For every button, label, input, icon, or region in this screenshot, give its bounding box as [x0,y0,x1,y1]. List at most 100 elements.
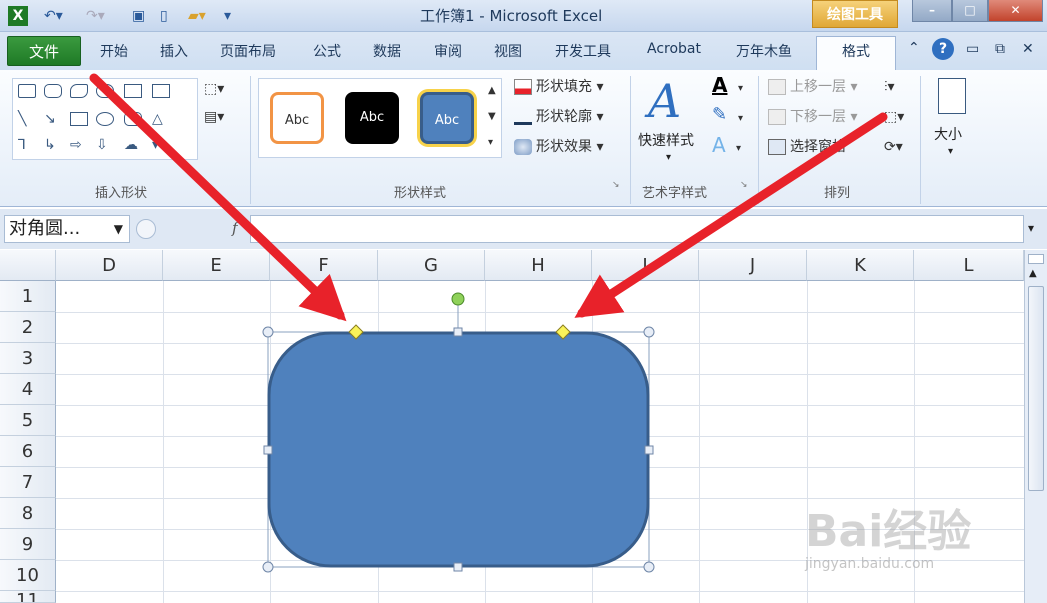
rotate-icon[interactable]: ⟳▾ [884,136,903,158]
right-arrow-shape-icon[interactable]: ⇨ [70,134,82,156]
rounded-rect-shape-icon[interactable] [124,112,142,126]
elbow-arrow-connector-icon[interactable]: ↳ [44,134,56,156]
shape-fill-button[interactable]: 形状填充 ▾ [514,76,603,98]
help-icon[interactable]: ? [932,38,954,60]
style-sample-blue-fill[interactable]: Abc [420,92,474,144]
gallery-down-icon[interactable]: ▼ [488,106,496,128]
send-backward-button[interactable]: 下移一层 ▾ [768,106,857,128]
style-sample-orange-outline[interactable]: Abc [270,92,324,144]
down-arrow-shape-icon[interactable]: ⇩ [96,134,108,156]
gallery-up-icon[interactable]: ▲ [488,80,496,102]
column-header[interactable]: G [378,250,485,281]
row-header[interactable]: 3 [0,343,56,374]
row-header[interactable]: 5 [0,405,56,436]
gallery-more-icon[interactable]: ▾ [488,132,493,154]
rect-shape-icon[interactable] [70,112,88,126]
close-button[interactable]: ✕ [988,0,1043,22]
bring-forward-button[interactable]: 上移一层 ▾ [768,76,857,98]
tab-review[interactable]: 审阅 [434,41,462,61]
save-icon[interactable]: ▣ [132,6,145,26]
collapse-ribbon-icon[interactable]: ⌃ [908,40,920,56]
formula-bar-collapse-icon[interactable]: ▾ [1028,221,1034,235]
name-box-dropdown-icon[interactable]: ▼ [114,216,123,242]
text-effects-icon[interactable]: A [712,134,726,156]
quick-styles-button[interactable]: A 快速样式 ▾ [636,74,706,174]
name-box[interactable]: 对角圆... ▼ [4,215,130,243]
doc-restore-icon[interactable]: ⧉ [995,41,1005,57]
column-header[interactable]: D [56,250,163,281]
tab-page-layout[interactable]: 页面布局 [220,41,276,61]
select-all-corner[interactable] [0,250,56,281]
snip-rectangle-shape-icon[interactable] [96,84,114,98]
new-file-icon[interactable]: ▯ [160,6,168,26]
formula-bar-expand-icon[interactable] [136,219,156,239]
cloud-shape-icon[interactable]: ☁ [124,134,138,156]
wordart-launcher-icon[interactable]: ↘ [740,174,748,196]
text-outline-icon[interactable]: ✎ [712,104,727,126]
row-header[interactable]: 2 [0,312,56,343]
arrow-line-shape-icon[interactable]: ↘ [44,108,56,130]
row-header[interactable]: 1 [0,281,56,312]
tab-acrobat[interactable]: Acrobat [647,41,701,57]
more-shapes-icon[interactable]: ▾ [152,134,159,156]
row-header[interactable]: 6 [0,436,56,467]
rectangle-shape-icon[interactable] [18,84,36,98]
group-icon[interactable]: ⬚▾ [884,106,904,128]
scroll-up-icon[interactable]: ▲ [1029,268,1037,279]
tab-formulas[interactable]: 公式 [313,41,341,61]
row-header[interactable]: 11 [0,591,56,603]
style-sample-black-fill[interactable]: Abc [345,92,399,144]
row-header[interactable]: 9 [0,529,56,560]
text-box-icon[interactable]: ▤▾ [204,106,224,128]
shape-effects-button[interactable]: 形状效果 ▾ [514,136,603,158]
diagonal-round-rectangle-shape-icon[interactable] [70,84,88,98]
elbow-connector-icon[interactable]: ⅂ [18,134,26,156]
window-title: 工作簿1 - Microsoft Excel [420,7,603,25]
tab-developer[interactable]: 开发工具 [555,41,611,61]
vertical-scrollbar[interactable]: ▲ [1024,250,1047,603]
vertical-textbox-shape-icon[interactable] [152,84,170,98]
tab-view[interactable]: 视图 [494,41,522,61]
fx-icon[interactable]: f [232,219,238,237]
textbox-shape-icon[interactable] [124,84,142,98]
doc-close-icon[interactable]: ✕ [1022,41,1034,57]
customize-qat-icon[interactable]: ▾ [224,6,231,26]
redo-icon[interactable]: ↷▾ [86,6,105,26]
tab-insert[interactable]: 插入 [160,41,188,61]
row-header[interactable]: 8 [0,498,56,529]
split-box-icon[interactable] [1028,254,1044,264]
text-fill-icon[interactable]: A [712,74,727,96]
selection-pane-button[interactable]: 选择窗格 [768,136,846,158]
row-header[interactable]: 7 [0,467,56,498]
scrollbar-thumb[interactable] [1028,286,1044,491]
maximize-button[interactable]: □ [952,0,988,22]
formula-input[interactable] [250,215,1024,243]
tab-data[interactable]: 数据 [373,41,401,61]
row-header[interactable]: 4 [0,374,56,405]
edit-shape-icon[interactable]: ⬚▾ [204,78,224,100]
shape-outline-button[interactable]: 形状轮廓 ▾ [514,106,603,128]
undo-icon[interactable]: ↶▾ [44,6,63,26]
column-header[interactable]: H [485,250,592,281]
shape-styles-launcher-icon[interactable]: ↘ [612,174,620,196]
row-header[interactable]: 10 [0,560,56,591]
triangle-shape-icon[interactable]: △ [152,108,163,130]
column-header[interactable]: F [270,250,378,281]
doc-minimize-icon[interactable]: ▭ [966,41,979,57]
line-shape-icon[interactable]: ╲ [18,108,26,130]
tab-wannianmuyu[interactable]: 万年木鱼 [736,41,792,61]
column-header[interactable]: E [163,250,270,281]
minimize-button[interactable]: – [912,0,952,22]
column-header[interactable]: K [807,250,914,281]
size-button[interactable]: 大小 ▾ [928,74,976,170]
tab-file[interactable]: 文件 [7,36,81,66]
column-header[interactable]: J [699,250,807,281]
tab-home[interactable]: 开始 [100,41,128,61]
column-header[interactable]: I [592,250,699,281]
tab-format[interactable]: 格式 [816,36,896,70]
column-header[interactable]: L [914,250,1024,281]
align-icon[interactable]: ⫶▾ [884,76,895,98]
oval-shape-icon[interactable] [96,112,114,126]
rounded-rectangle-shape-icon[interactable] [44,84,62,98]
open-folder-icon[interactable]: ▰▾ [188,6,206,26]
